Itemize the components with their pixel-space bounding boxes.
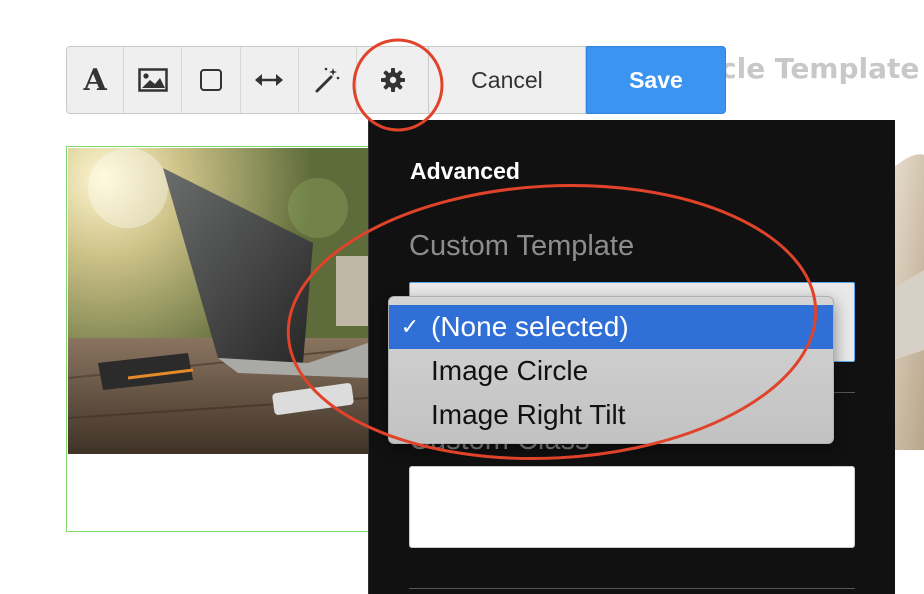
option-label: Image Right Tilt [431, 399, 626, 430]
magic-wand-icon [315, 67, 340, 93]
template-option-image-right-tilt[interactable]: Image Right Tilt [389, 393, 833, 437]
image-block[interactable] [66, 146, 370, 532]
save-button[interactable]: Save [585, 46, 727, 114]
option-label: Image Circle [431, 355, 589, 386]
editor-toolbar: A Cancel Save [66, 46, 727, 114]
divider [409, 588, 855, 589]
font-icon: A [83, 62, 107, 98]
image-tool-button[interactable] [124, 47, 183, 113]
settings-tool-button[interactable] [357, 47, 428, 113]
gear-icon [380, 68, 405, 92]
option-label: (None selected) [431, 311, 629, 342]
custom-template-label: Custom Template [409, 230, 635, 262]
text-tool-button[interactable]: A [67, 47, 125, 113]
template-option-none[interactable]: ✓ (None selected) [389, 305, 833, 349]
box-tool-button[interactable] [182, 47, 241, 113]
page-heading-fragment: cle Template [720, 52, 920, 85]
cancel-button[interactable]: Cancel [429, 46, 586, 114]
magic-tool-button[interactable] [299, 47, 358, 113]
checkmark-icon: ✓ [400, 314, 420, 339]
image-icon [138, 68, 168, 92]
template-option-image-circle[interactable]: Image Circle [389, 349, 833, 393]
template-options-dropdown: ✓ (None selected) Image Circle Image Rig… [388, 296, 834, 444]
double-arrow-icon [255, 74, 284, 86]
laptop-photo [68, 148, 368, 454]
custom-class-input[interactable] [409, 466, 855, 548]
panel-title: Advanced [410, 158, 520, 184]
tool-group: A [66, 46, 430, 114]
width-tool-button[interactable] [241, 47, 299, 113]
square-icon [200, 69, 223, 91]
